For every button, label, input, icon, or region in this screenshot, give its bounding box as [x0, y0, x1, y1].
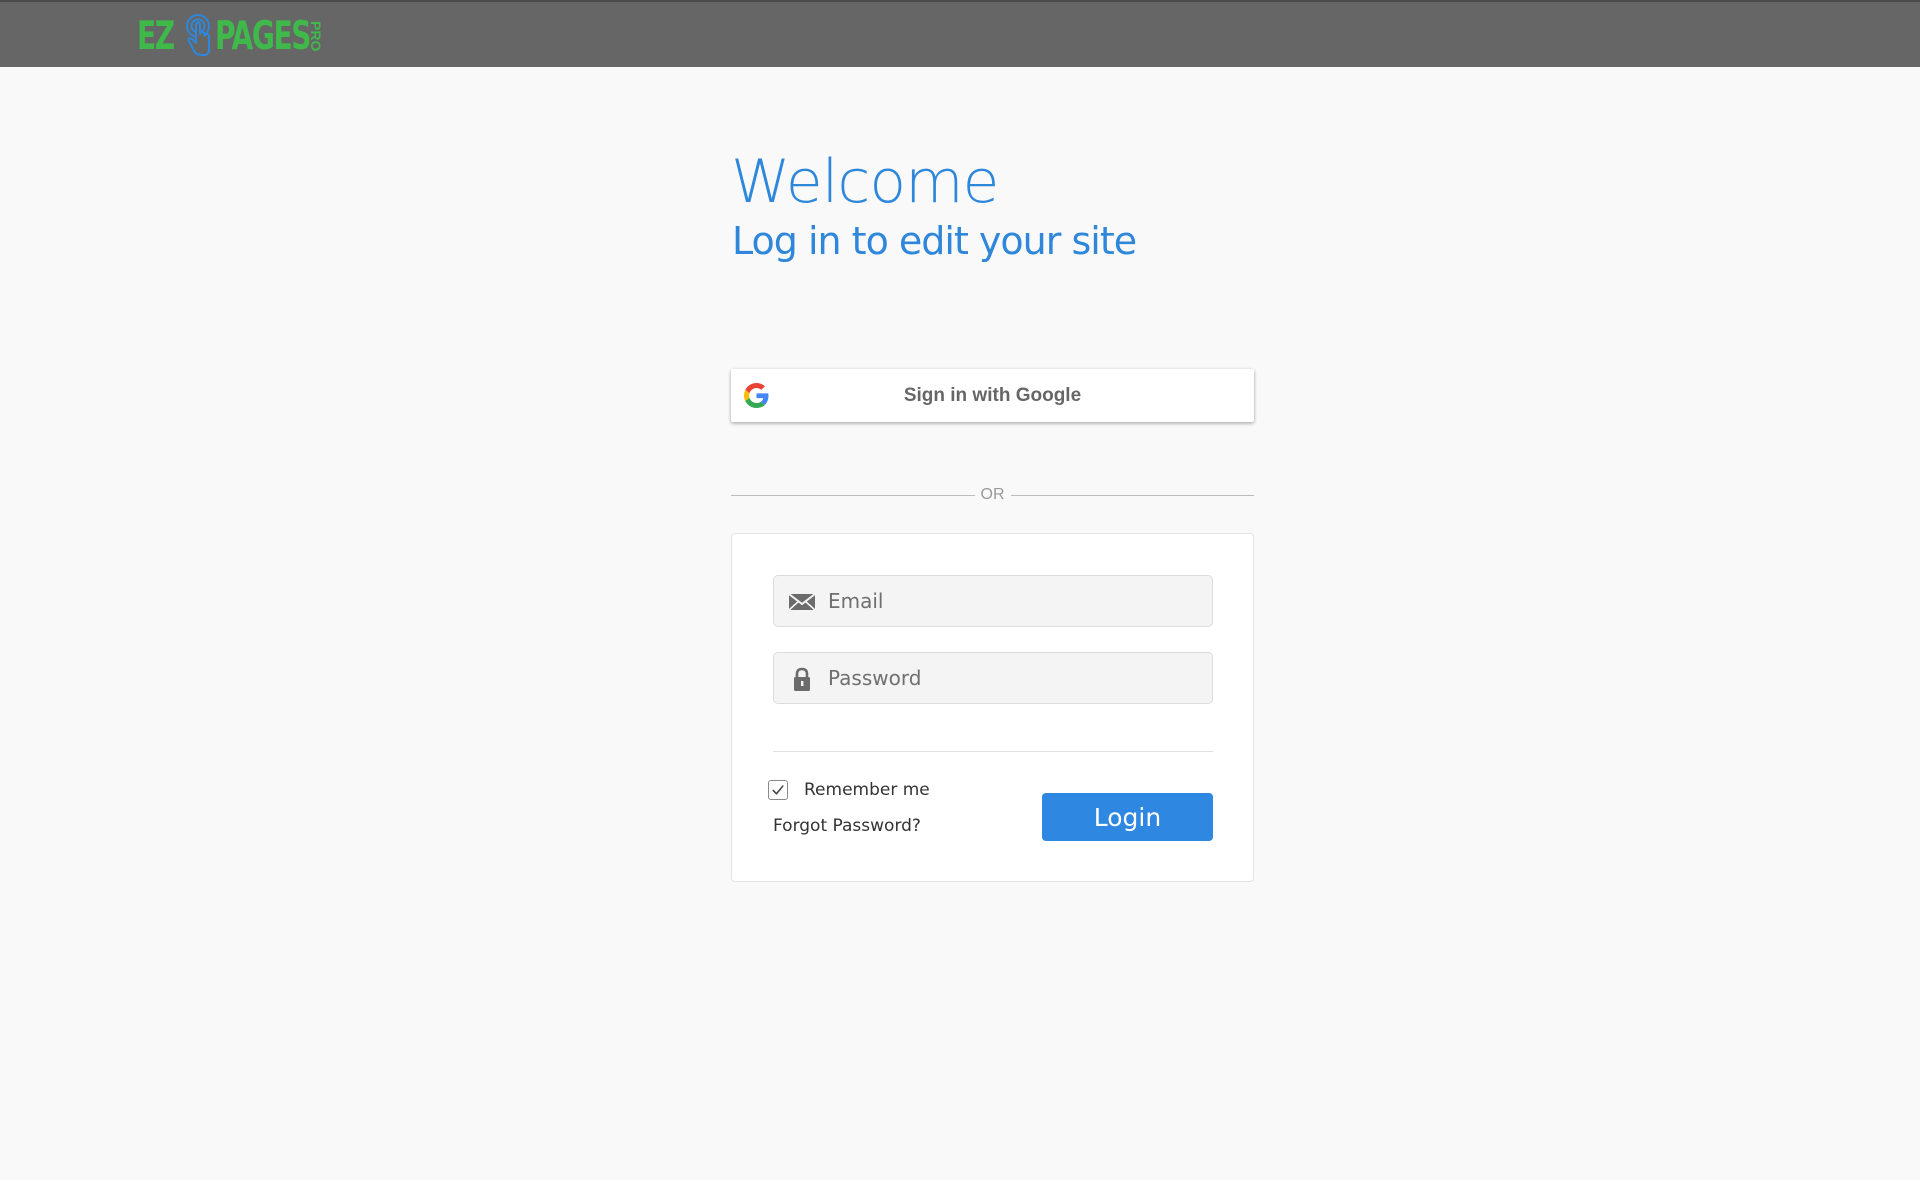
remember-me-checkbox[interactable]: Remember me — [768, 780, 930, 800]
top-bar: EZ PAGES PRO — [0, 0, 1920, 67]
password-field[interactable] — [773, 652, 1213, 704]
checkmark-icon — [772, 785, 784, 795]
remember-me-label: Remember me — [804, 780, 930, 800]
email-input[interactable] — [828, 576, 1198, 626]
logo-suffix: PRO — [308, 20, 324, 52]
logo-text-right: PAGES — [215, 13, 311, 59]
logo-text-left: EZ — [137, 13, 175, 59]
google-signin-label: Sign in with Google — [903, 384, 1082, 406]
logo[interactable]: EZ PAGES PRO — [137, 12, 327, 60]
forgot-password-link[interactable]: Forgot Password? — [773, 816, 921, 836]
or-label: OR — [980, 486, 1005, 503]
google-signin-button[interactable]: Sign in with Google — [731, 369, 1254, 422]
pointing-hand-icon — [186, 14, 210, 56]
lock-icon — [794, 667, 810, 691]
email-field[interactable] — [773, 575, 1213, 627]
form-divider — [773, 751, 1213, 752]
login-button[interactable]: Login — [1042, 793, 1213, 841]
or-separator: OR — [731, 484, 1254, 506]
remember-me-box[interactable] — [768, 780, 788, 800]
page-subtitle: Log in to edit your site — [732, 219, 1137, 263]
envelope-icon — [788, 593, 816, 611]
separator-line-left — [731, 494, 975, 496]
password-input[interactable] — [828, 653, 1198, 703]
login-card: Remember me Forgot Password? Login — [731, 533, 1254, 882]
separator-line-right — [1010, 494, 1254, 496]
welcome-title: Welcome — [731, 147, 999, 217]
